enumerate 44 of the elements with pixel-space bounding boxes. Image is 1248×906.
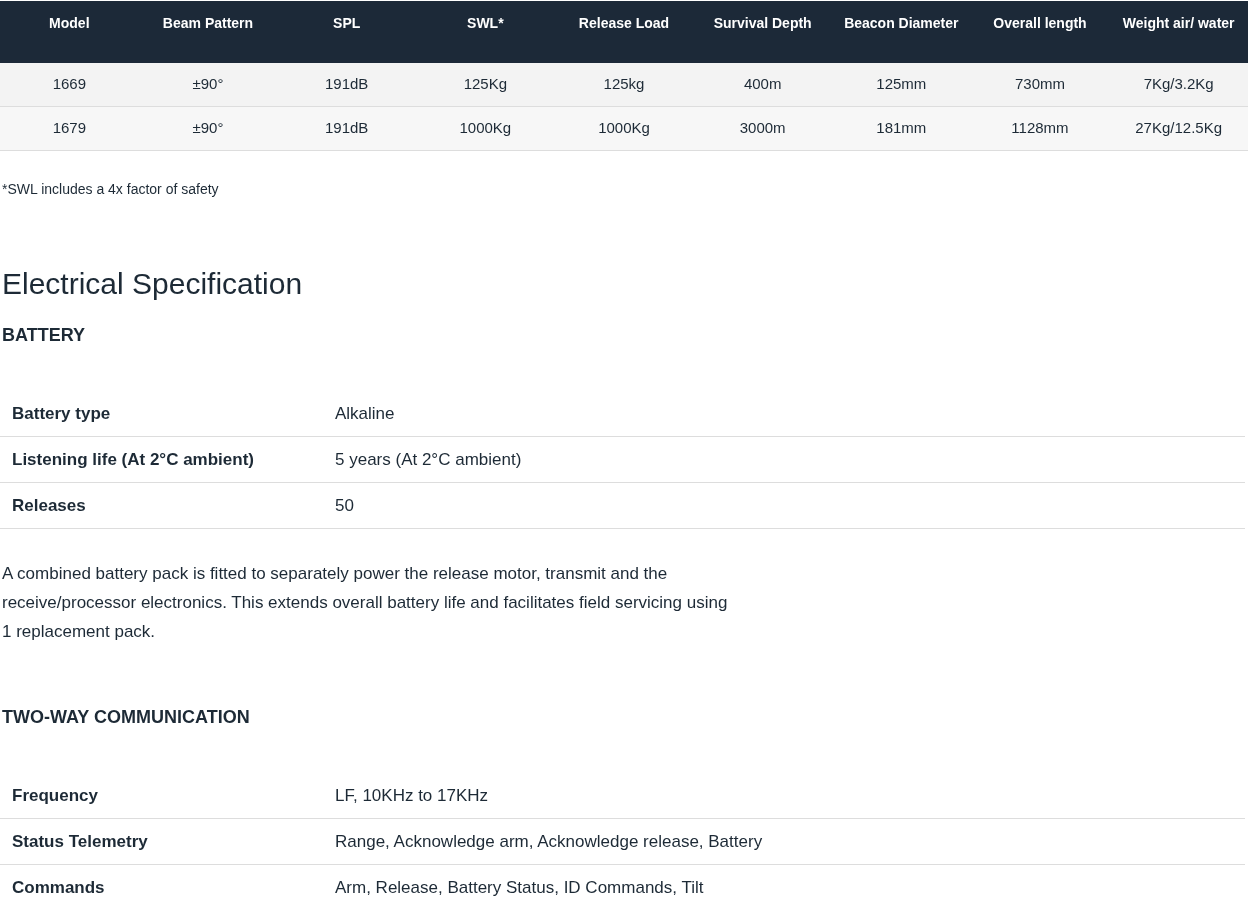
table-cell-text: 125Kg [462,74,508,95]
column-header: Model [48,14,91,33]
column-header: Beam Pattern [161,14,255,33]
table-cell-text: ±90° [191,118,225,139]
table-cell-text: 400m [742,74,783,95]
column-header: Weight air/ water [1121,14,1236,33]
spec-value: 50 [335,494,354,517]
table-cell-text: 1128mm [1010,118,1070,139]
spec-value: Alkaline [335,402,395,425]
table-cell-text: 181mm [875,118,928,139]
subsection-title: TWO-WAY COMMUNICATION [2,706,251,729]
spec-label: Releases [11,494,87,517]
section-heading: Electrical Specification [2,266,304,302]
subsection-title: BATTERY [2,324,86,347]
footnote: *SWL includes a 4x factor of safety [2,180,220,199]
column-header: Overall length [992,14,1088,33]
spec-label: Status Telemetry [11,830,149,853]
table-cell-text: 125mm [875,74,928,95]
table-cell-text: 7Kg/3.2Kg [1142,74,1215,95]
spec-value: Arm, Release, Battery Status, ID Commands, Tilt [335,876,704,899]
table-cell-text: 1000Kg [458,118,513,139]
table-cell-text: 125kg [602,74,646,95]
table-cell-text: ±90° [191,74,225,95]
table-cell-text: 191dB [323,74,370,95]
table-cell-text: 191dB [323,118,370,139]
column-header: SWL* [466,14,505,33]
spec-value: 5 years (At 2°C ambient) [335,448,522,471]
paragraph: A combined battery pack is fitted to separately power the release motor, transmit and the receive/processor electronics. This extends overall battery life and facilitates field servicing using 1 replacement pack. [2,563,729,643]
spec-value: LF, 10KHz to 17KHz [335,784,489,807]
column-header: Release Load [577,14,671,33]
table-cell-text: 3000m [738,118,787,139]
spec-value: Range, Acknowledge arm, Acknowledge release, Battery [335,830,763,853]
table-cell-text: 27Kg/12.5Kg [1134,118,1224,139]
table-cell-text: 730mm [1013,74,1066,95]
spec-label: Listening life (At 2°C ambient) [11,448,255,471]
spec-label: Commands [11,876,106,899]
table-cell-text: 1679 [51,118,87,139]
column-header: SPL [332,14,362,33]
spec-label: Frequency [11,784,99,807]
table-cell-text: 1000Kg [597,118,651,139]
column-header: Beacon Diameter [843,14,960,33]
column-header: Survival Depth [712,14,813,33]
table-cell-text: 1669 [51,74,87,95]
spec-label: Battery type [11,402,112,425]
